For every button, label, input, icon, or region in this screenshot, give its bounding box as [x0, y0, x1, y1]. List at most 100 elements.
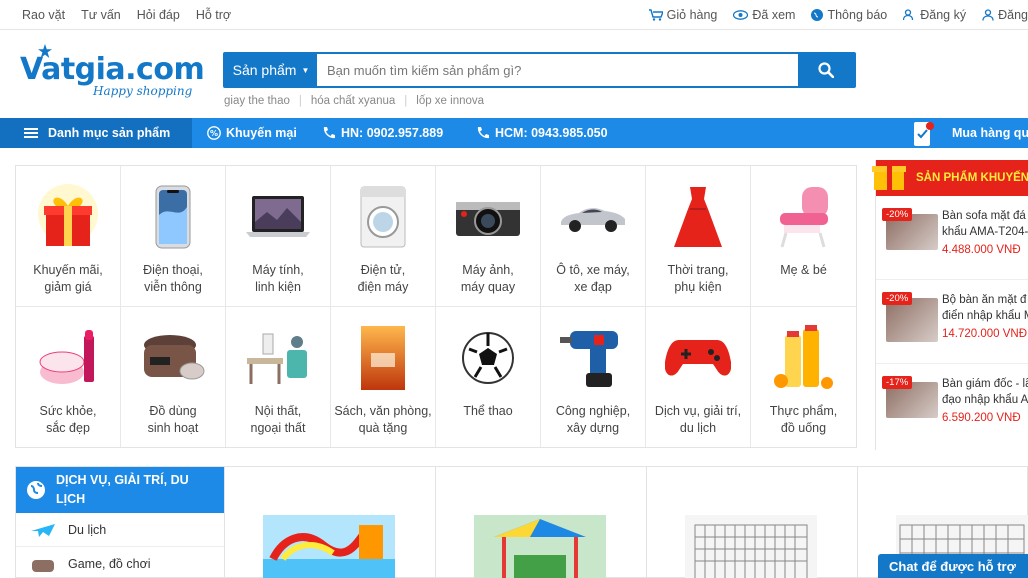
top-bar: Rao vặt Tư vấn Hỏi đáp Hỗ trợ Giỏ hàng Đ…	[0, 0, 1028, 30]
link-ho-tro[interactable]: Hỗ trợ	[196, 8, 231, 22]
category-item[interactable]: Mẹ & bé	[751, 166, 856, 307]
link-hoi-dap[interactable]: Hỏi đáp	[137, 8, 180, 22]
category-label: Thực phẩm,	[769, 403, 838, 418]
service-label: Du lịch	[68, 522, 107, 537]
category-label: Khuyến mãi,	[33, 263, 103, 277]
gift-icon	[33, 182, 103, 252]
cosmetics-icon	[33, 323, 103, 393]
discount-badge: -20%	[882, 292, 913, 305]
services-header[interactable]: DỊCH VỤ, GIẢI TRÍ, DU LỊCH	[16, 467, 224, 513]
category-label: xây dựng	[566, 420, 620, 435]
caret-down-icon: ▼	[301, 65, 310, 75]
rice-cooker-icon	[138, 323, 208, 393]
category-item[interactable]: Máy ảnh, máy quay	[436, 166, 541, 307]
nav-promo-link[interactable]: % Khuyến mại	[207, 118, 297, 148]
category-label: quà tặng	[358, 420, 408, 435]
services-title: DỊCH VỤ, GIẢI TRÍ, DU	[56, 473, 189, 487]
gift-box-icon	[872, 160, 906, 190]
divider: |	[298, 95, 302, 107]
category-label: linh kiện	[255, 280, 301, 294]
category-label: sắc đẹp	[46, 420, 90, 435]
category-label: Nội thất,	[254, 403, 302, 418]
category-item[interactable]: Dịch vụ, giải trí, du lịch	[646, 306, 751, 447]
cart-link[interactable]: Giỏ hàng	[648, 8, 717, 22]
product-price: 6.590.200 VNĐ	[942, 412, 1021, 424]
buy-via-app-label: Mua hàng qua	[952, 126, 1028, 140]
category-item[interactable]: Điện thoại, viễn thông	[121, 166, 226, 307]
category-label: viễn thông	[144, 280, 202, 294]
category-item[interactable]: Nội thất, ngoại thất	[226, 306, 331, 447]
viewed-link[interactable]: Đã xem	[733, 8, 795, 22]
product-name: Bộ bàn ăn mặt đ	[942, 294, 1027, 306]
category-label: phụ kiện	[674, 280, 722, 294]
category-item[interactable]: Thể thao	[436, 306, 541, 447]
product-name: điển nhập khẩu M	[942, 310, 1028, 322]
logo-brand: Vatgia.com	[20, 52, 205, 87]
top-actions: Giỏ hàng Đã xem Thông báo Đăng ký Đăng	[633, 8, 1028, 22]
wire-cage-image	[685, 515, 817, 578]
category-item[interactable]: Sức khỏe, sắc đẹp	[16, 306, 121, 447]
category-item[interactable]: Thực phẩm, đồ uống	[751, 307, 856, 448]
search-button[interactable]	[798, 54, 854, 86]
suggestion-link[interactable]: lốp xe innova	[416, 95, 484, 107]
promo-item[interactable]: -17% Bàn giám đốc - lã đạo nhập khẩu A 6.…	[876, 372, 1028, 448]
category-label: Thể thao	[463, 403, 513, 418]
register-link[interactable]: Đăng ký	[903, 8, 966, 22]
mobile-check-icon	[914, 122, 934, 146]
suggestion-link[interactable]: giay the thao	[224, 95, 290, 107]
product-tile[interactable]	[225, 466, 436, 578]
main-nav: Danh mục sản phẩm % Khuyến mại HN: 0902.…	[0, 118, 1028, 148]
search-category-dropdown[interactable]: Sản phẩm ▼	[225, 54, 317, 86]
svg-text:%: %	[210, 129, 218, 138]
service-item-games[interactable]: Game, đồ chơi	[16, 547, 224, 578]
category-label: Dịch vụ, giải trí,	[654, 403, 742, 418]
search-input[interactable]	[317, 54, 798, 86]
category-label: xe đạp	[574, 280, 612, 294]
chat-support-button[interactable]: Chat để được hỗ trợ	[878, 554, 1028, 578]
phone-call-icon	[323, 127, 335, 139]
globe-icon	[27, 481, 45, 499]
category-label: Thời trang,	[667, 263, 729, 277]
product-tile[interactable]	[647, 466, 858, 578]
drill-icon	[558, 323, 628, 393]
toy-icon	[32, 560, 54, 572]
category-label: ngoại thất	[250, 420, 306, 435]
login-label: Đăng	[998, 8, 1028, 22]
site-logo[interactable]: Vatgia.com Happy shopping	[18, 44, 205, 100]
promo-item[interactable]: -20% Bộ bàn ăn mặt đ điển nhập khẩu M 14.…	[876, 288, 1028, 364]
globe-icon	[811, 9, 824, 21]
category-item[interactable]: Ô tô, xe máy, xe đạp	[541, 166, 646, 307]
hotline-hcm[interactable]: HCM: 0943.985.050	[476, 118, 608, 148]
category-label: du lịch	[679, 420, 717, 435]
promo-panel: SẢN PHẨM KHUYẾN MÃI -20% Bàn sofa mặt đá…	[872, 160, 1028, 450]
notify-link[interactable]: Thông báo	[811, 8, 887, 22]
category-item[interactable]: Đồ dùng sinh hoạt	[121, 306, 226, 447]
category-label: Công nghiệp,	[555, 403, 631, 418]
search-icon	[818, 62, 834, 78]
category-item[interactable]: Thời trang, phụ kiện	[646, 166, 751, 307]
category-label: Ô tô, xe máy,	[556, 263, 630, 277]
phone-call-icon	[477, 127, 489, 139]
category-item[interactable]: Khuyến mãi, giảm giá	[16, 166, 121, 307]
product-tile[interactable]	[436, 466, 647, 578]
buy-via-app-link[interactable]: Mua hàng qua	[912, 118, 1028, 148]
service-item-travel[interactable]: Du lịch	[16, 513, 224, 547]
category-item[interactable]: Công nghiệp, xây dựng	[541, 306, 646, 447]
suggestion-link[interactable]: hóa chất xyanua	[311, 95, 395, 107]
link-rao-vat[interactable]: Rao vặt	[22, 8, 65, 22]
phone-icon	[138, 182, 208, 252]
promo-item[interactable]: -20% Bàn sofa mặt đá khẩu AMA-T204- 4.488…	[876, 204, 1028, 280]
link-tu-van[interactable]: Tư vấn	[81, 8, 121, 22]
book-icon	[348, 323, 418, 393]
notify-label: Thông báo	[827, 8, 888, 22]
dress-icon	[663, 182, 733, 252]
category-menu-button[interactable]: Danh mục sản phẩm	[0, 118, 192, 148]
hotline-hn[interactable]: HN: 0902.957.889	[322, 118, 443, 148]
category-item[interactable]: Máy tính, linh kiện	[226, 166, 331, 307]
login-link[interactable]: Đăng	[982, 8, 1028, 22]
laptop-icon	[243, 182, 313, 252]
product-price: 14.720.000 VNĐ	[942, 328, 1028, 340]
promo-title: SẢN PHẨM KHUYẾN MÃI	[916, 172, 1028, 184]
category-item[interactable]: Điện tử, điện máy	[331, 166, 436, 307]
category-item[interactable]: Sách, văn phòng, quà tặng	[331, 306, 436, 447]
